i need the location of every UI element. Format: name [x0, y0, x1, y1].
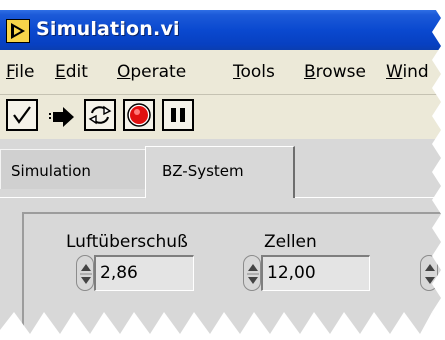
tab-bz-system[interactable]: BZ-System [145, 146, 295, 198]
labview-window: Simulation.vi File Edit Operate Tools Br… [0, 0, 445, 340]
tab-label: BZ-System [162, 162, 244, 180]
